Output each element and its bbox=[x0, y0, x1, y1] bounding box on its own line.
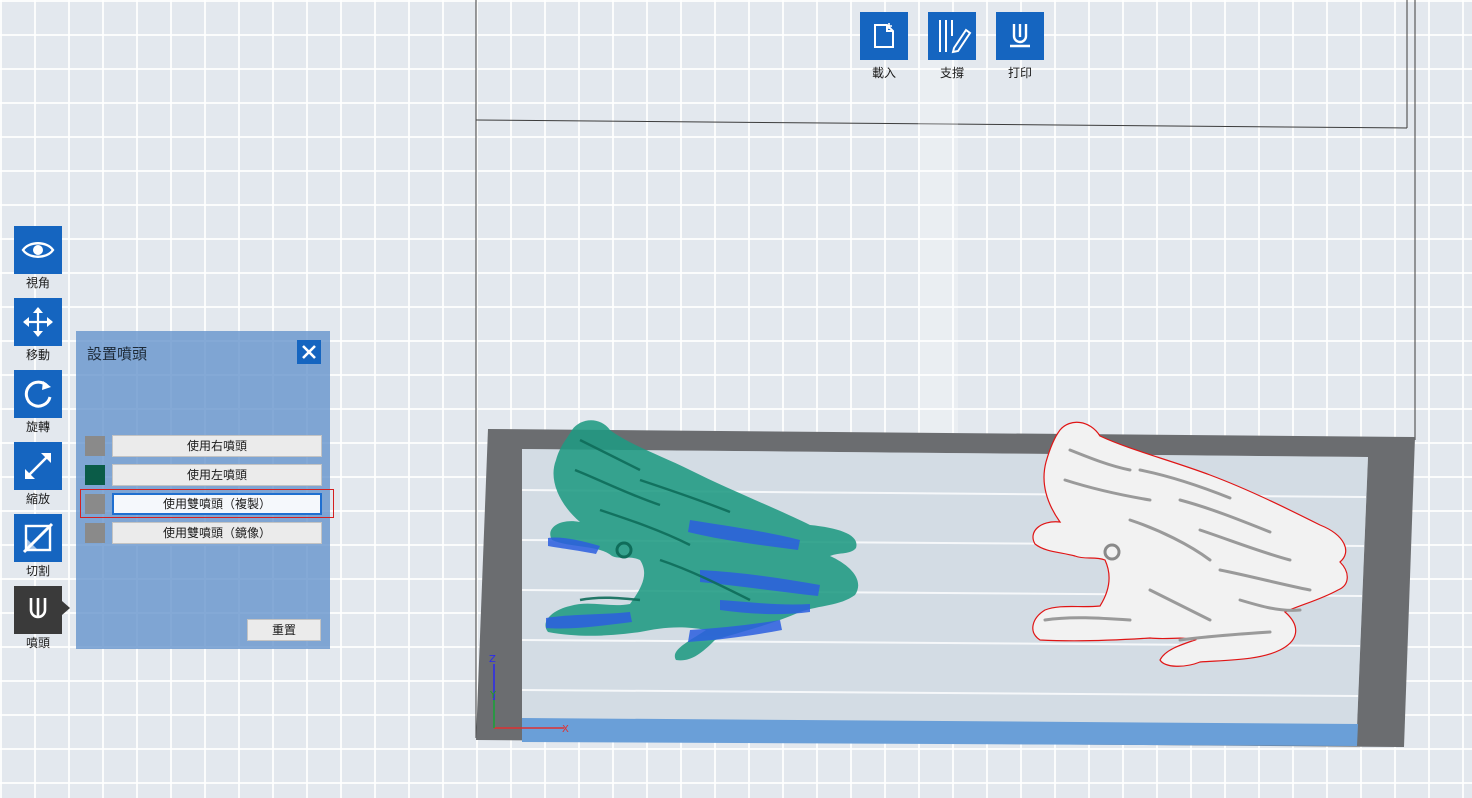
reset-button[interactable]: 重置 bbox=[247, 619, 321, 641]
view-button[interactable] bbox=[14, 226, 62, 274]
rotate-icon bbox=[24, 380, 52, 408]
move-tool[interactable]: 移動 bbox=[14, 298, 62, 362]
nozzle-print-icon bbox=[1010, 24, 1030, 48]
print-label: 打印 bbox=[1007, 66, 1032, 80]
rotate-button[interactable] bbox=[14, 370, 62, 418]
panel-title: 設置噴頭 bbox=[87, 345, 148, 363]
cut-tool[interactable]: 切割 bbox=[14, 514, 62, 578]
move-arrows-icon bbox=[23, 307, 53, 337]
rotate-tool[interactable]: 旋轉 bbox=[14, 370, 62, 434]
use-left-nozzle-button[interactable]: 使用左噴頭 bbox=[112, 464, 322, 486]
close-button[interactable] bbox=[297, 340, 321, 364]
scale-button[interactable] bbox=[14, 442, 62, 490]
color-swatch[interactable] bbox=[85, 523, 105, 543]
close-icon bbox=[302, 345, 316, 359]
load-tool[interactable]: 載入 bbox=[860, 12, 908, 80]
move-label: 移動 bbox=[25, 348, 50, 362]
nozzle-icon bbox=[29, 598, 47, 619]
load-button[interactable] bbox=[860, 12, 908, 60]
load-label: 載入 bbox=[871, 66, 896, 80]
cut-label: 切割 bbox=[25, 564, 50, 578]
use-right-nozzle-button[interactable]: 使用右噴頭 bbox=[112, 435, 322, 457]
color-swatch[interactable] bbox=[85, 465, 105, 485]
option-dual-mirror: 使用雙噴頭（鏡像） bbox=[85, 522, 322, 544]
eye-icon bbox=[21, 242, 55, 258]
nozzle-tool[interactable]: 噴頭 bbox=[14, 586, 62, 650]
selection-highlight bbox=[80, 489, 334, 518]
scale-label: 縮放 bbox=[25, 492, 50, 506]
cut-slice-icon bbox=[22, 522, 54, 554]
axis-z-label: Z bbox=[489, 654, 496, 665]
nozzle-label: 噴頭 bbox=[25, 636, 50, 650]
scale-arrow-icon bbox=[25, 453, 51, 479]
axis-y-label: Y bbox=[489, 690, 497, 701]
view-tool[interactable]: 視角 bbox=[14, 226, 62, 290]
color-swatch[interactable] bbox=[85, 436, 105, 456]
axis-x-label: X bbox=[562, 724, 569, 735]
move-button[interactable] bbox=[14, 298, 62, 346]
option-right-nozzle: 使用右噴頭 bbox=[85, 435, 322, 457]
print-tool[interactable]: 打印 bbox=[996, 12, 1044, 80]
print-button[interactable] bbox=[996, 12, 1044, 60]
support-tool[interactable]: 支撐 bbox=[928, 12, 976, 80]
active-tool-pointer bbox=[62, 601, 70, 615]
rotate-label: 旋轉 bbox=[25, 420, 50, 434]
support-pencil-icon bbox=[939, 20, 972, 54]
scale-tool[interactable]: 縮放 bbox=[14, 442, 62, 506]
support-button[interactable] bbox=[928, 12, 976, 60]
view-label: 視角 bbox=[25, 276, 50, 290]
nozzle-button[interactable] bbox=[14, 586, 62, 634]
cut-button[interactable] bbox=[14, 514, 62, 562]
option-left-nozzle: 使用左噴頭 bbox=[85, 464, 322, 486]
support-label: 支撐 bbox=[939, 66, 964, 80]
file-add-icon bbox=[874, 23, 894, 48]
use-dual-nozzle-mirror-button[interactable]: 使用雙噴頭（鏡像） bbox=[112, 522, 322, 544]
